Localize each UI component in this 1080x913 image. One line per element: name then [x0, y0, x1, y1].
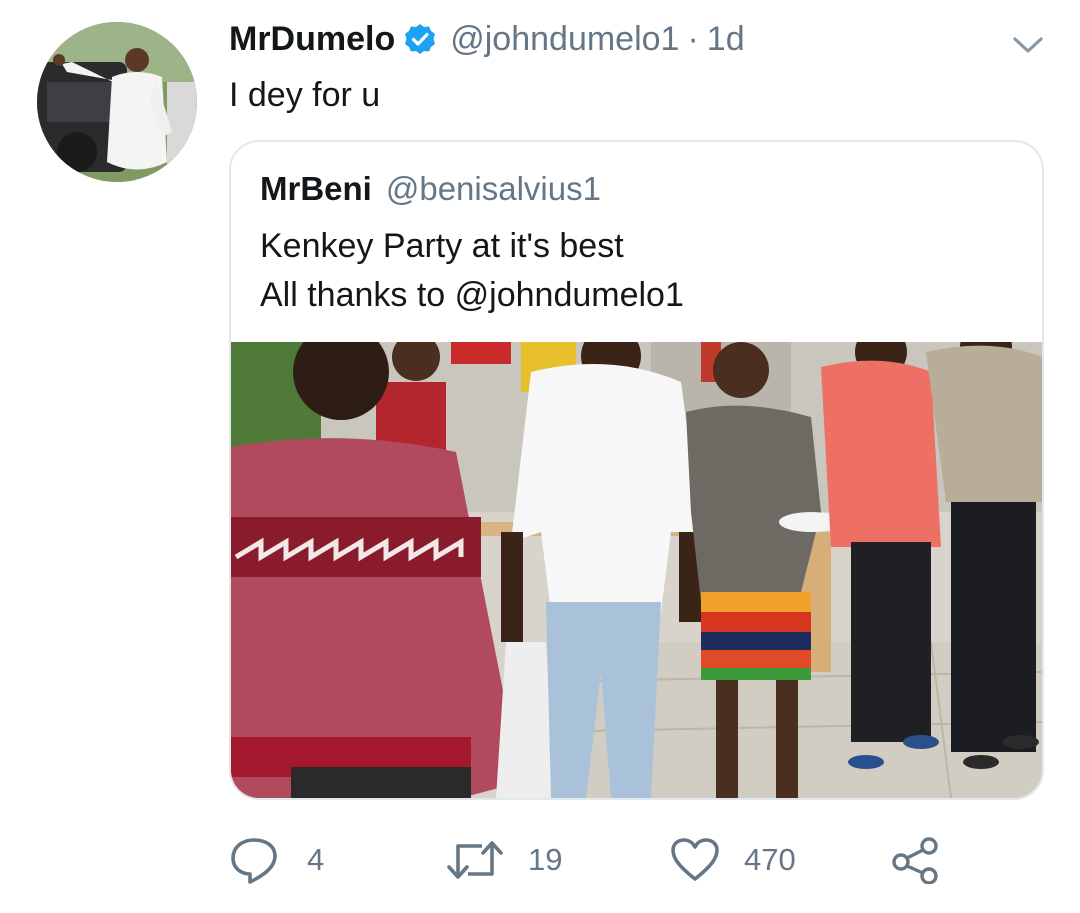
- share-icon: [890, 836, 940, 884]
- meta-separator: ·: [687, 19, 699, 58]
- chevron-down-icon[interactable]: [1012, 34, 1044, 56]
- quoted-tweet-header: MrBeni @benisalvius1: [260, 170, 601, 208]
- tweet-timestamp[interactable]: 1d: [707, 20, 745, 59]
- reply-button[interactable]: 4: [229, 830, 324, 890]
- author-handle[interactable]: @johndumelo1: [450, 20, 679, 59]
- reply-count: 4: [307, 842, 325, 877]
- quoted-tweet-text: Kenkey Party at it's best All thanks to …: [260, 222, 684, 320]
- quoted-author-name: MrBeni: [260, 170, 372, 207]
- verified-badge-icon: [404, 23, 436, 55]
- quoted-text-line: Kenkey Party at it's best: [260, 227, 624, 265]
- tweet-actions: 4 19 470: [0, 830, 1080, 890]
- tweet-header: MrDumelo @johndumelo1 · 1d: [229, 14, 745, 64]
- like-button[interactable]: 470: [670, 830, 796, 890]
- like-count: 470: [744, 842, 796, 877]
- reply-icon: [229, 836, 279, 884]
- share-button[interactable]: [890, 830, 940, 890]
- tweet-text: I dey for u: [229, 76, 381, 114]
- quoted-tweet-card[interactable]: MrBeni @benisalvius1 Kenkey Party at it'…: [229, 140, 1044, 800]
- quoted-text-line: All thanks to @johndumelo1: [260, 276, 684, 314]
- heart-icon: [670, 837, 720, 883]
- retweet-count: 19: [528, 842, 563, 877]
- author-avatar[interactable]: [37, 22, 197, 182]
- retweet-icon: [446, 836, 504, 884]
- quoted-author-handle: @benisalvius1: [385, 170, 601, 207]
- author-name[interactable]: MrDumelo: [229, 20, 395, 59]
- quoted-tweet-photo[interactable]: [231, 321, 1042, 798]
- retweet-button[interactable]: 19: [446, 830, 562, 890]
